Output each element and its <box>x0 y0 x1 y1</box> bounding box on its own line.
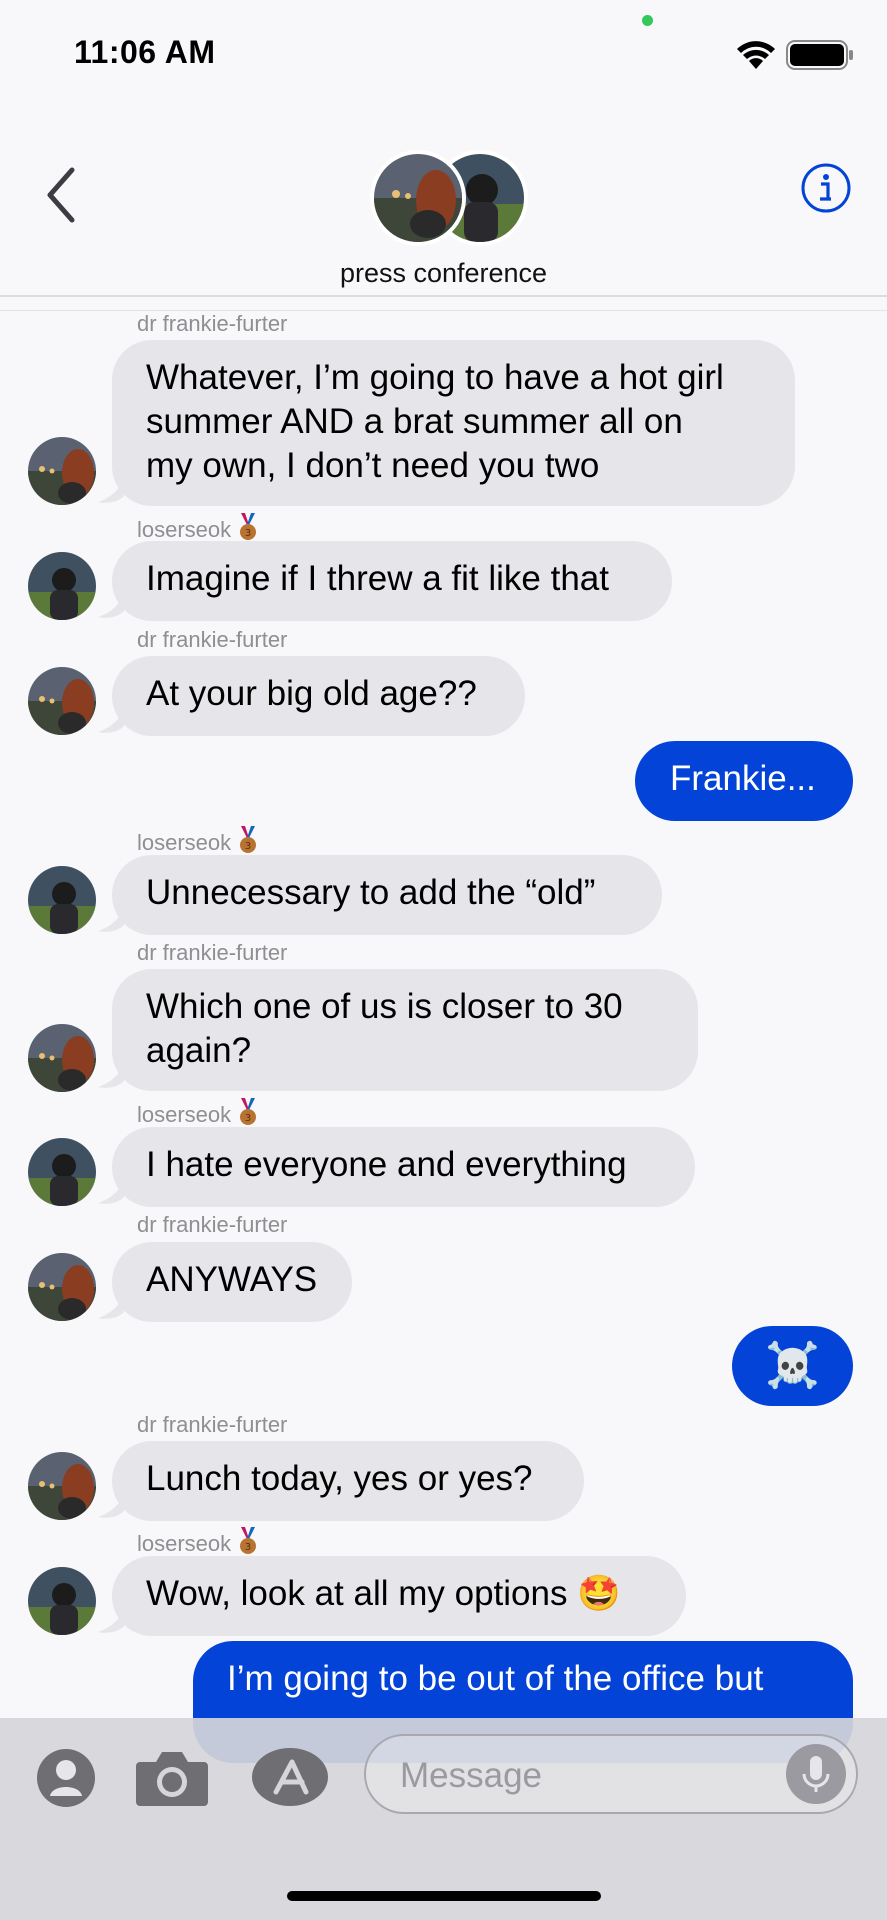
bubble-tail <box>98 1493 124 1518</box>
incoming-message-bubble[interactable]: ANYWAYS <box>112 1242 352 1322</box>
message-text: Wow, look at all my options 🤩 <box>146 1574 621 1613</box>
incoming-message-bubble[interactable]: Imagine if I threw a fit like that <box>112 541 672 621</box>
sender-name: dr frankie-furter <box>137 1212 288 1237</box>
incoming-message-bubble[interactable]: Unnecessary to add the “old” <box>112 855 662 935</box>
third-place-medal-icon: 3 <box>240 826 257 853</box>
avatar-loserseok[interactable] <box>28 1567 96 1635</box>
microphone-button[interactable] <box>786 1744 846 1804</box>
avatar-frankie[interactable] <box>28 1452 96 1520</box>
bubble-tail <box>98 1608 124 1633</box>
avatar-frankie[interactable] <box>28 437 96 505</box>
avatar-loserseok[interactable] <box>28 1138 96 1206</box>
third-place-medal-icon: 3 <box>240 1098 257 1125</box>
incoming-message-bubble[interactable]: I hate everyone and everything <box>112 1127 695 1207</box>
message-text: I hate everyone and everything <box>146 1145 627 1184</box>
avatar-frankie[interactable] <box>28 1024 96 1092</box>
message-line: again? <box>146 1031 252 1070</box>
incoming-message-bubble[interactable]: Whatever, I’m going to have a hot girl s… <box>112 340 795 506</box>
compose-bar: Message <box>0 1718 887 1920</box>
bubble-tail <box>98 1179 124 1204</box>
avatar-loserseok[interactable] <box>28 552 96 620</box>
message-line: Whatever, I’m going to have a hot girl <box>146 358 724 397</box>
message-line: summer AND a brat summer all on <box>146 402 683 441</box>
message-text: Frankie... <box>670 759 816 798</box>
microphone-icon <box>802 1756 830 1792</box>
message-text: Lunch today, yes or yes? <box>146 1459 533 1498</box>
message-text: I’m going to be out of the office but <box>227 1659 764 1698</box>
sender-name: loserseok 3 <box>137 826 259 856</box>
message-placeholder: Message <box>400 1756 543 1795</box>
outgoing-message-bubble[interactable]: Frankie... <box>635 741 853 821</box>
sender-name: loserseok 3 <box>137 1527 259 1557</box>
bubble-tail <box>98 593 124 618</box>
group-avatar[interactable] <box>370 150 528 250</box>
outgoing-message-bubble[interactable]: ☠️ <box>732 1326 853 1406</box>
message-thread[interactable]: dr frankie-furter Whatever, I’m going to… <box>0 0 887 1920</box>
bubble-tail <box>98 1294 124 1319</box>
incoming-message-bubble[interactable]: Which one of us is closer to 30 again? <box>112 969 698 1091</box>
camera-icon[interactable] <box>134 1746 210 1808</box>
bubble-tail <box>98 478 124 503</box>
message-text: Imagine if I threw a fit like that <box>146 559 609 598</box>
message-line: my own, I don’t need you two <box>146 446 600 485</box>
message-text: At your big old age?? <box>146 674 477 713</box>
contact-icon[interactable] <box>36 1748 96 1808</box>
bubble-tail <box>98 1063 124 1088</box>
svg-text:3: 3 <box>245 1113 251 1124</box>
bubble-tail <box>98 708 124 733</box>
incoming-message-bubble[interactable]: Wow, look at all my options 🤩 <box>112 1556 686 1636</box>
svg-text:3: 3 <box>245 841 251 852</box>
bubble-tail <box>98 907 124 932</box>
app-store-icon[interactable] <box>252 1746 332 1808</box>
message-input[interactable]: Message <box>364 1734 858 1814</box>
home-indicator[interactable] <box>287 1891 601 1901</box>
third-place-medal-icon: 3 <box>240 1527 257 1554</box>
avatar-frankie[interactable] <box>28 1253 96 1321</box>
sender-name: dr frankie-furter <box>137 627 288 652</box>
sender-name: dr frankie-furter <box>137 1412 288 1437</box>
svg-text:3: 3 <box>245 1542 251 1553</box>
avatar-loserseok[interactable] <box>28 866 96 934</box>
third-place-medal-icon: 3 <box>240 513 257 540</box>
sender-name: loserseok 3 <box>137 1098 259 1128</box>
incoming-message-bubble[interactable]: At your big old age?? <box>112 656 525 736</box>
sender-name: dr frankie-furter <box>137 311 288 336</box>
avatar-frankie[interactable] <box>28 667 96 735</box>
incoming-message-bubble[interactable]: Lunch today, yes or yes? <box>112 1441 584 1521</box>
message-line: Which one of us is closer to 30 <box>146 987 623 1026</box>
member-avatar-frankie <box>370 150 466 246</box>
sender-name: dr frankie-furter <box>137 940 288 965</box>
skull-and-crossbones-emoji: ☠️ <box>765 1341 820 1390</box>
sender-name: loserseok 3 <box>137 513 259 543</box>
message-text: Unnecessary to add the “old” <box>146 873 596 912</box>
message-text: ANYWAYS <box>146 1260 318 1299</box>
svg-text:3: 3 <box>245 528 251 539</box>
